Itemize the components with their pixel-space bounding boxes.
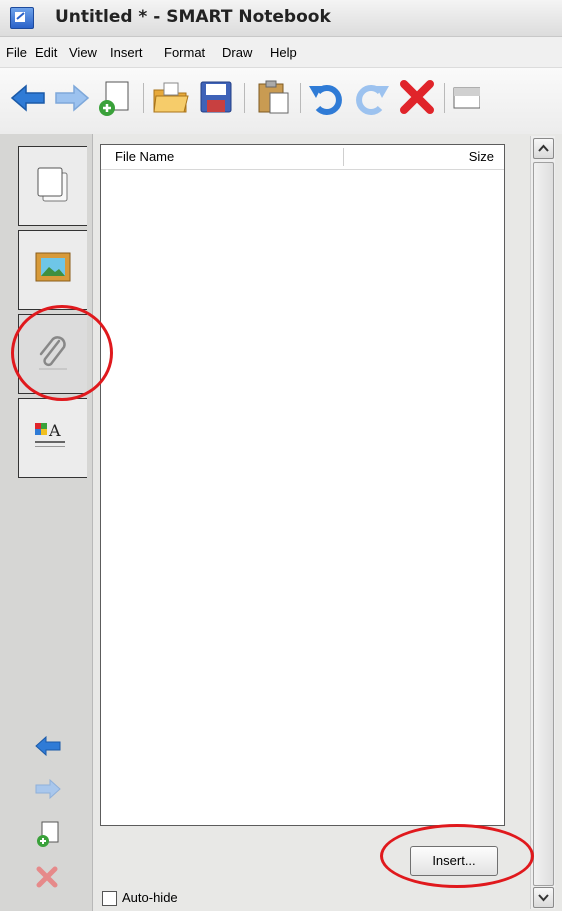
new-page-icon[interactable]	[34, 820, 62, 851]
tab-properties[interactable]: A	[18, 398, 87, 478]
open-folder-icon[interactable]	[150, 78, 192, 118]
vertical-scrollbar[interactable]	[530, 136, 555, 909]
tab-gallery[interactable]	[18, 230, 87, 310]
size-column-header[interactable]: Size	[469, 149, 494, 164]
list-header: File Name Size	[101, 145, 504, 170]
auto-hide-label: Auto-hide	[122, 890, 178, 905]
menu-bar: File Edit View Insert Format Draw Help	[0, 37, 562, 68]
title-bar: Untitled * - SMART Notebook	[0, 0, 562, 37]
window-title: Untitled * - SMART Notebook	[55, 7, 331, 27]
insert-button-highlight	[380, 824, 534, 888]
side-panel: A File Name Size Insert... Auto-hide	[0, 134, 562, 911]
paste-icon[interactable]	[252, 78, 294, 118]
undo-icon[interactable]	[306, 78, 348, 118]
scroll-thumb[interactable]	[533, 162, 554, 886]
menu-draw[interactable]: Draw	[222, 45, 252, 60]
column-divider[interactable]	[343, 148, 344, 166]
scroll-up-button[interactable]	[533, 138, 554, 159]
menu-view[interactable]: View	[69, 45, 97, 60]
menu-insert[interactable]: Insert	[110, 45, 143, 60]
attachments-list[interactable]: File Name Size	[100, 144, 505, 826]
next-page-icon[interactable]	[34, 777, 62, 804]
menu-edit[interactable]: Edit	[35, 45, 57, 60]
add-page-icon[interactable]	[94, 78, 136, 118]
svg-text:A: A	[48, 421, 61, 440]
scroll-down-button[interactable]	[533, 887, 554, 908]
back-arrow-icon[interactable]	[8, 78, 50, 118]
smart-notebook-app-icon	[10, 7, 34, 29]
auto-hide-checkbox[interactable]	[102, 891, 117, 906]
menu-file[interactable]: File	[6, 45, 27, 60]
delete-icon[interactable]	[396, 78, 438, 118]
menu-help[interactable]: Help	[270, 45, 297, 60]
file-name-column-header[interactable]: File Name	[115, 149, 174, 164]
previous-page-icon[interactable]	[34, 734, 62, 761]
delete-page-icon[interactable]	[34, 866, 62, 893]
forward-arrow-icon[interactable]	[50, 78, 92, 118]
side-tab-strip: A	[0, 134, 93, 911]
tab-page-sorter[interactable]	[18, 146, 87, 226]
redo-icon[interactable]	[350, 78, 392, 118]
attachments-tab-highlight	[11, 305, 113, 401]
screen-shade-icon[interactable]	[450, 78, 481, 118]
save-icon[interactable]	[195, 78, 237, 118]
menu-format[interactable]: Format	[164, 45, 205, 60]
main-toolbar	[0, 68, 562, 134]
